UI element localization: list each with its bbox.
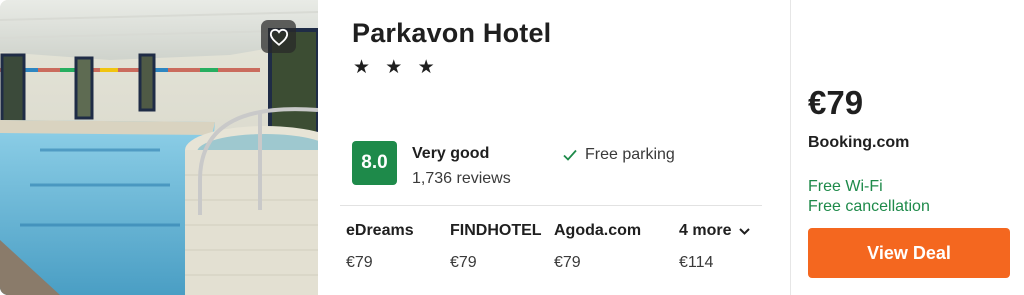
more-offers-label: 4 more: [679, 222, 732, 239]
rating-score-badge: 8.0: [352, 141, 397, 185]
favorite-button[interactable]: [261, 20, 296, 53]
review-count[interactable]: 1,736 reviews: [412, 170, 511, 188]
offer-agoda[interactable]: Agoda.com €79: [554, 222, 641, 272]
deal-provider: Booking.com: [808, 134, 910, 151]
deal-price: €79: [808, 84, 864, 121]
offer-price: €79: [346, 254, 373, 271]
heart-outline-icon: [269, 28, 288, 46]
offer-provider: Agoda.com: [554, 222, 642, 239]
more-offers-price: €114: [679, 254, 714, 271]
amenity-label: Free parking: [585, 146, 675, 163]
hotel-photo[interactable]: [0, 0, 318, 295]
vertical-divider: [790, 0, 791, 295]
perk-free-wifi: Free Wi-Fi: [808, 178, 883, 195]
star-rating: ★ ★ ★: [353, 57, 440, 78]
hotel-card[interactable]: Parkavon Hotel ★ ★ ★ 8.0 Very good 1,736…: [0, 0, 1024, 295]
offer-provider: FINDHOTEL: [450, 222, 542, 239]
offer-edreams[interactable]: eDreams €79: [346, 222, 414, 272]
more-offers-button[interactable]: 4 more €114: [679, 222, 751, 272]
divider: [340, 205, 762, 206]
offer-price: €79: [554, 254, 581, 271]
check-icon: [563, 149, 577, 161]
amenity-free-parking: Free parking: [563, 146, 675, 164]
view-deal-button[interactable]: View Deal: [808, 228, 1010, 278]
perk-free-cancellation: Free cancellation: [808, 198, 930, 215]
chevron-down-icon: [739, 227, 751, 235]
offer-findhotel[interactable]: FINDHOTEL €79: [450, 222, 542, 272]
offer-price: €79: [450, 254, 477, 271]
rating-label: Very good: [412, 145, 490, 162]
hotel-name[interactable]: Parkavon Hotel: [352, 18, 551, 49]
offer-provider: eDreams: [346, 222, 414, 239]
